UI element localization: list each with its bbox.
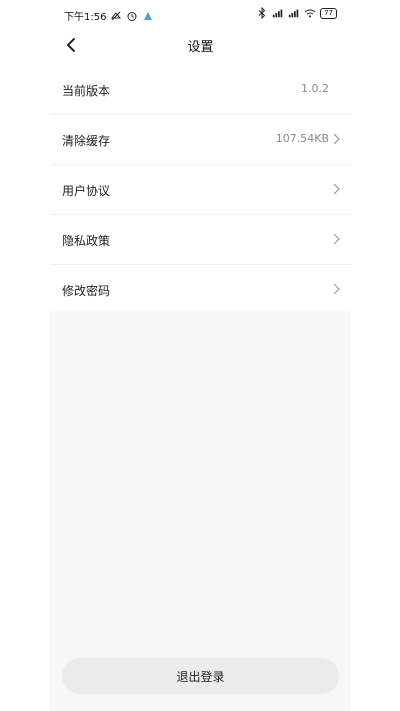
nav-header: 设置 [50, 30, 351, 60]
settings-screen: 下午1:56 77 设置 当前版本 1.0.2 清除缓存 107.54KB 用户… [50, 0, 351, 711]
settings-item-change-password[interactable]: 修改密码 [50, 265, 351, 314]
chevron-right-icon [333, 183, 340, 195]
chevron-right-icon [333, 233, 340, 245]
signal-icon-2 [288, 9, 299, 18]
settings-item-privacy-policy[interactable]: 隐私政策 [50, 215, 351, 265]
version-value: 1.0.2 [301, 82, 329, 95]
status-bar: 下午1:56 77 [50, 0, 351, 30]
alarm-icon [127, 11, 137, 21]
settings-item-label: 用户协议 [62, 184, 111, 198]
chevron-right-icon [333, 133, 340, 145]
chevron-right-icon [333, 283, 340, 295]
wifi-icon [304, 9, 316, 18]
settings-item-label: 当前版本 [62, 84, 111, 98]
battery-indicator: 77 [320, 7, 337, 19]
settings-list: 当前版本 1.0.2 清除缓存 107.54KB 用户协议 隐私政策 修改密码 [50, 65, 351, 314]
app-notification-icon [144, 11, 153, 20]
page-title: 设置 [187, 40, 214, 55]
mute-icon [111, 11, 122, 20]
status-left: 下午1:56 [64, 8, 154, 23]
settings-item-version: 当前版本 1.0.2 [50, 65, 351, 115]
settings-item-label: 隐私政策 [62, 234, 111, 248]
settings-item-clear-cache[interactable]: 清除缓存 107.54KB [50, 115, 351, 165]
settings-item-label: 修改密码 [62, 284, 111, 298]
signal-icon [272, 9, 283, 18]
settings-item-user-agreement[interactable]: 用户协议 [50, 165, 351, 215]
bluetooth-icon [258, 7, 266, 19]
cache-size-value: 107.54KB [275, 132, 329, 145]
settings-item-label: 清除缓存 [62, 134, 111, 148]
status-time: 下午1:56 [64, 12, 107, 23]
logout-button[interactable]: 退出登录 [62, 658, 339, 694]
status-right: 77 [256, 7, 337, 19]
